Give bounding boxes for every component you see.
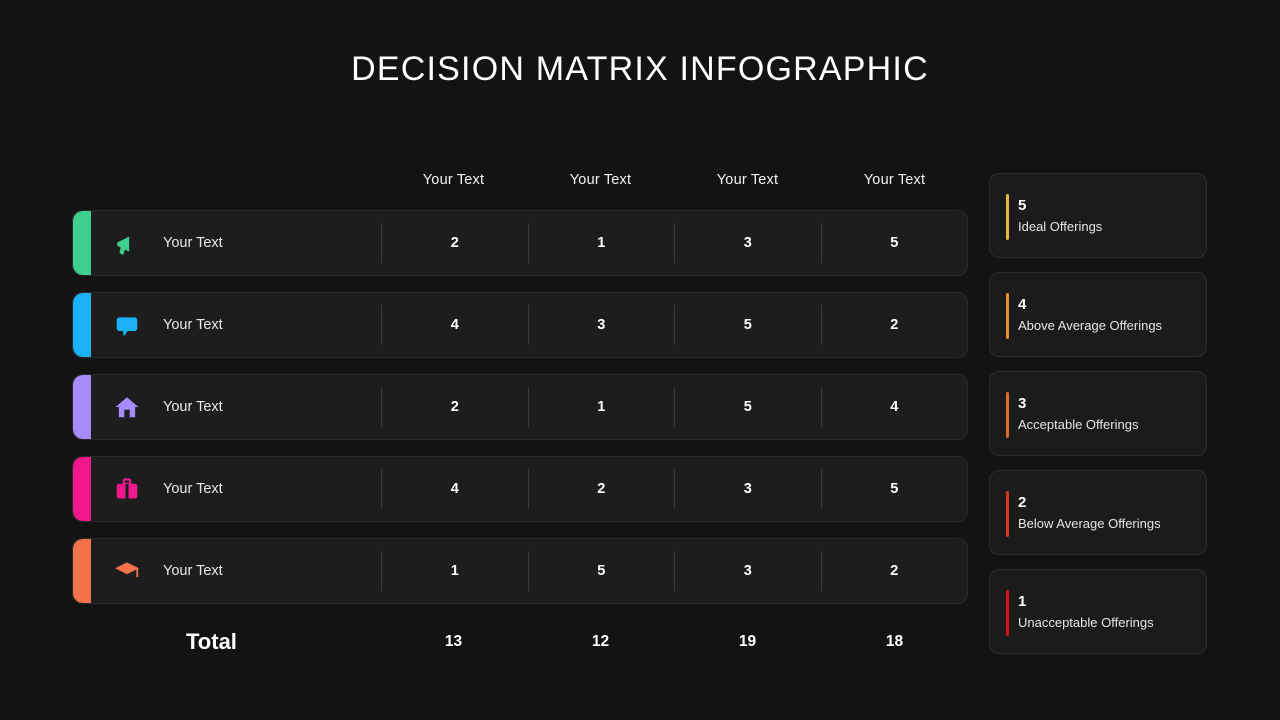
- total-value-4: 18: [885, 633, 904, 650]
- row-cells: 1532: [381, 539, 967, 603]
- legend-color-bar: [1006, 590, 1009, 636]
- legend-description: Ideal Offerings: [1018, 219, 1103, 234]
- cell-value[interactable]: 2: [820, 551, 968, 591]
- legend-color-bar: [1006, 491, 1009, 537]
- legend-score: 3: [1018, 394, 1027, 412]
- row-label: Your Text: [163, 317, 223, 333]
- cell-value[interactable]: 5: [674, 387, 821, 427]
- graduation-cap-icon: [91, 558, 163, 584]
- cell-value[interactable]: 5: [820, 469, 968, 509]
- column-header-2: Your Text: [569, 172, 632, 188]
- legend-color-bar: [1006, 194, 1009, 240]
- row-accent-bar: [73, 375, 91, 439]
- legend-item[interactable]: 3 Acceptable Offerings: [989, 371, 1207, 456]
- row-label: Your Text: [163, 399, 223, 415]
- column-header-1: Your Text: [422, 172, 485, 188]
- row-label: Your Text: [163, 481, 223, 497]
- legend-score: 2: [1018, 493, 1027, 511]
- cell-value[interactable]: 1: [527, 223, 675, 263]
- decision-matrix: Your Text Your Text Your Text Your Text …: [72, 160, 968, 664]
- cell-value[interactable]: 2: [527, 469, 675, 509]
- cell-value[interactable]: 4: [820, 387, 968, 427]
- row-cells: 2154: [381, 375, 967, 439]
- cell-value[interactable]: 1: [527, 387, 675, 427]
- matrix-header-row: Your Text Your Text Your Text Your Text: [72, 160, 968, 200]
- legend-description: Above Average Offerings: [1018, 318, 1163, 333]
- table-row[interactable]: Your Text 4 2 3 5: [72, 456, 968, 522]
- row-label: Your Text: [163, 235, 223, 251]
- page-title: DECISION MATRIX INFOGRAPHIC: [351, 50, 929, 88]
- cell-value[interactable]: 3: [674, 551, 821, 591]
- legend-color-bar: [1006, 293, 1009, 339]
- table-row[interactable]: Your Text 2 1 3 5: [72, 210, 968, 276]
- legend-score: 1: [1018, 592, 1027, 610]
- legend-item[interactable]: 2 Below Average Offerings: [989, 470, 1207, 555]
- cell-value[interactable]: 3: [527, 305, 675, 345]
- cell-value[interactable]: 4: [381, 305, 528, 345]
- cell-value[interactable]: 5: [527, 551, 675, 591]
- home-icon: [91, 394, 163, 420]
- row-cells: 2135: [381, 211, 967, 275]
- score-legend: 5 Ideal Offerings 4 Above Average Offerings…: [989, 173, 1207, 668]
- total-value-2: 12: [591, 633, 610, 650]
- row-accent-bar: [73, 457, 91, 521]
- row-cells: 4352: [381, 293, 967, 357]
- legend-item[interactable]: 1 Unacceptable Offerings: [989, 569, 1207, 654]
- row-cells: 4235: [381, 457, 967, 521]
- legend-description: Below Average Offerings: [1018, 516, 1161, 531]
- total-value-3: 19: [738, 633, 757, 650]
- column-header-3: Your Text: [716, 172, 779, 188]
- legend-item[interactable]: 5 Ideal Offerings: [989, 173, 1207, 258]
- legend-color-bar: [1006, 392, 1009, 438]
- cell-value[interactable]: 4: [381, 469, 528, 509]
- matrix-rows: Your Text 2 1 3 5 Your Text 4 3 5 2 Your Text 2 1 5 4 Y…: [72, 210, 968, 604]
- cell-value[interactable]: 5: [820, 223, 968, 263]
- cell-value[interactable]: 3: [674, 469, 821, 509]
- cell-value[interactable]: 5: [674, 305, 821, 345]
- table-row[interactable]: Your Text 4 3 5 2: [72, 292, 968, 358]
- legend-score: 5: [1018, 196, 1027, 214]
- table-row[interactable]: Your Text 2 1 5 4: [72, 374, 968, 440]
- legend-score: 4: [1018, 295, 1027, 313]
- row-accent-bar: [73, 211, 91, 275]
- total-row: Total 13 12 19 18: [72, 620, 968, 664]
- legend-description: Acceptable Offerings: [1018, 417, 1139, 432]
- megaphone-icon: [91, 230, 163, 256]
- cell-value[interactable]: 2: [820, 305, 968, 345]
- cell-value[interactable]: 3: [674, 223, 821, 263]
- total-label: Total: [186, 629, 237, 654]
- cell-value[interactable]: 1: [381, 551, 528, 591]
- briefcase-icon: [91, 476, 163, 502]
- speech-bubble-icon: [91, 312, 163, 338]
- cell-value[interactable]: 2: [381, 387, 528, 427]
- row-accent-bar: [73, 539, 91, 603]
- row-accent-bar: [73, 293, 91, 357]
- legend-description: Unacceptable Offerings: [1018, 615, 1154, 630]
- slide-canvas: DECISION MATRIX INFOGRAPHIC Your Text Yo…: [0, 0, 1280, 720]
- legend-item[interactable]: 4 Above Average Offerings: [989, 272, 1207, 357]
- total-value-1: 13: [444, 633, 463, 650]
- cell-value[interactable]: 2: [381, 223, 528, 263]
- row-label: Your Text: [163, 563, 223, 579]
- column-header-4: Your Text: [863, 172, 926, 188]
- table-row[interactable]: Your Text 1 5 3 2: [72, 538, 968, 604]
